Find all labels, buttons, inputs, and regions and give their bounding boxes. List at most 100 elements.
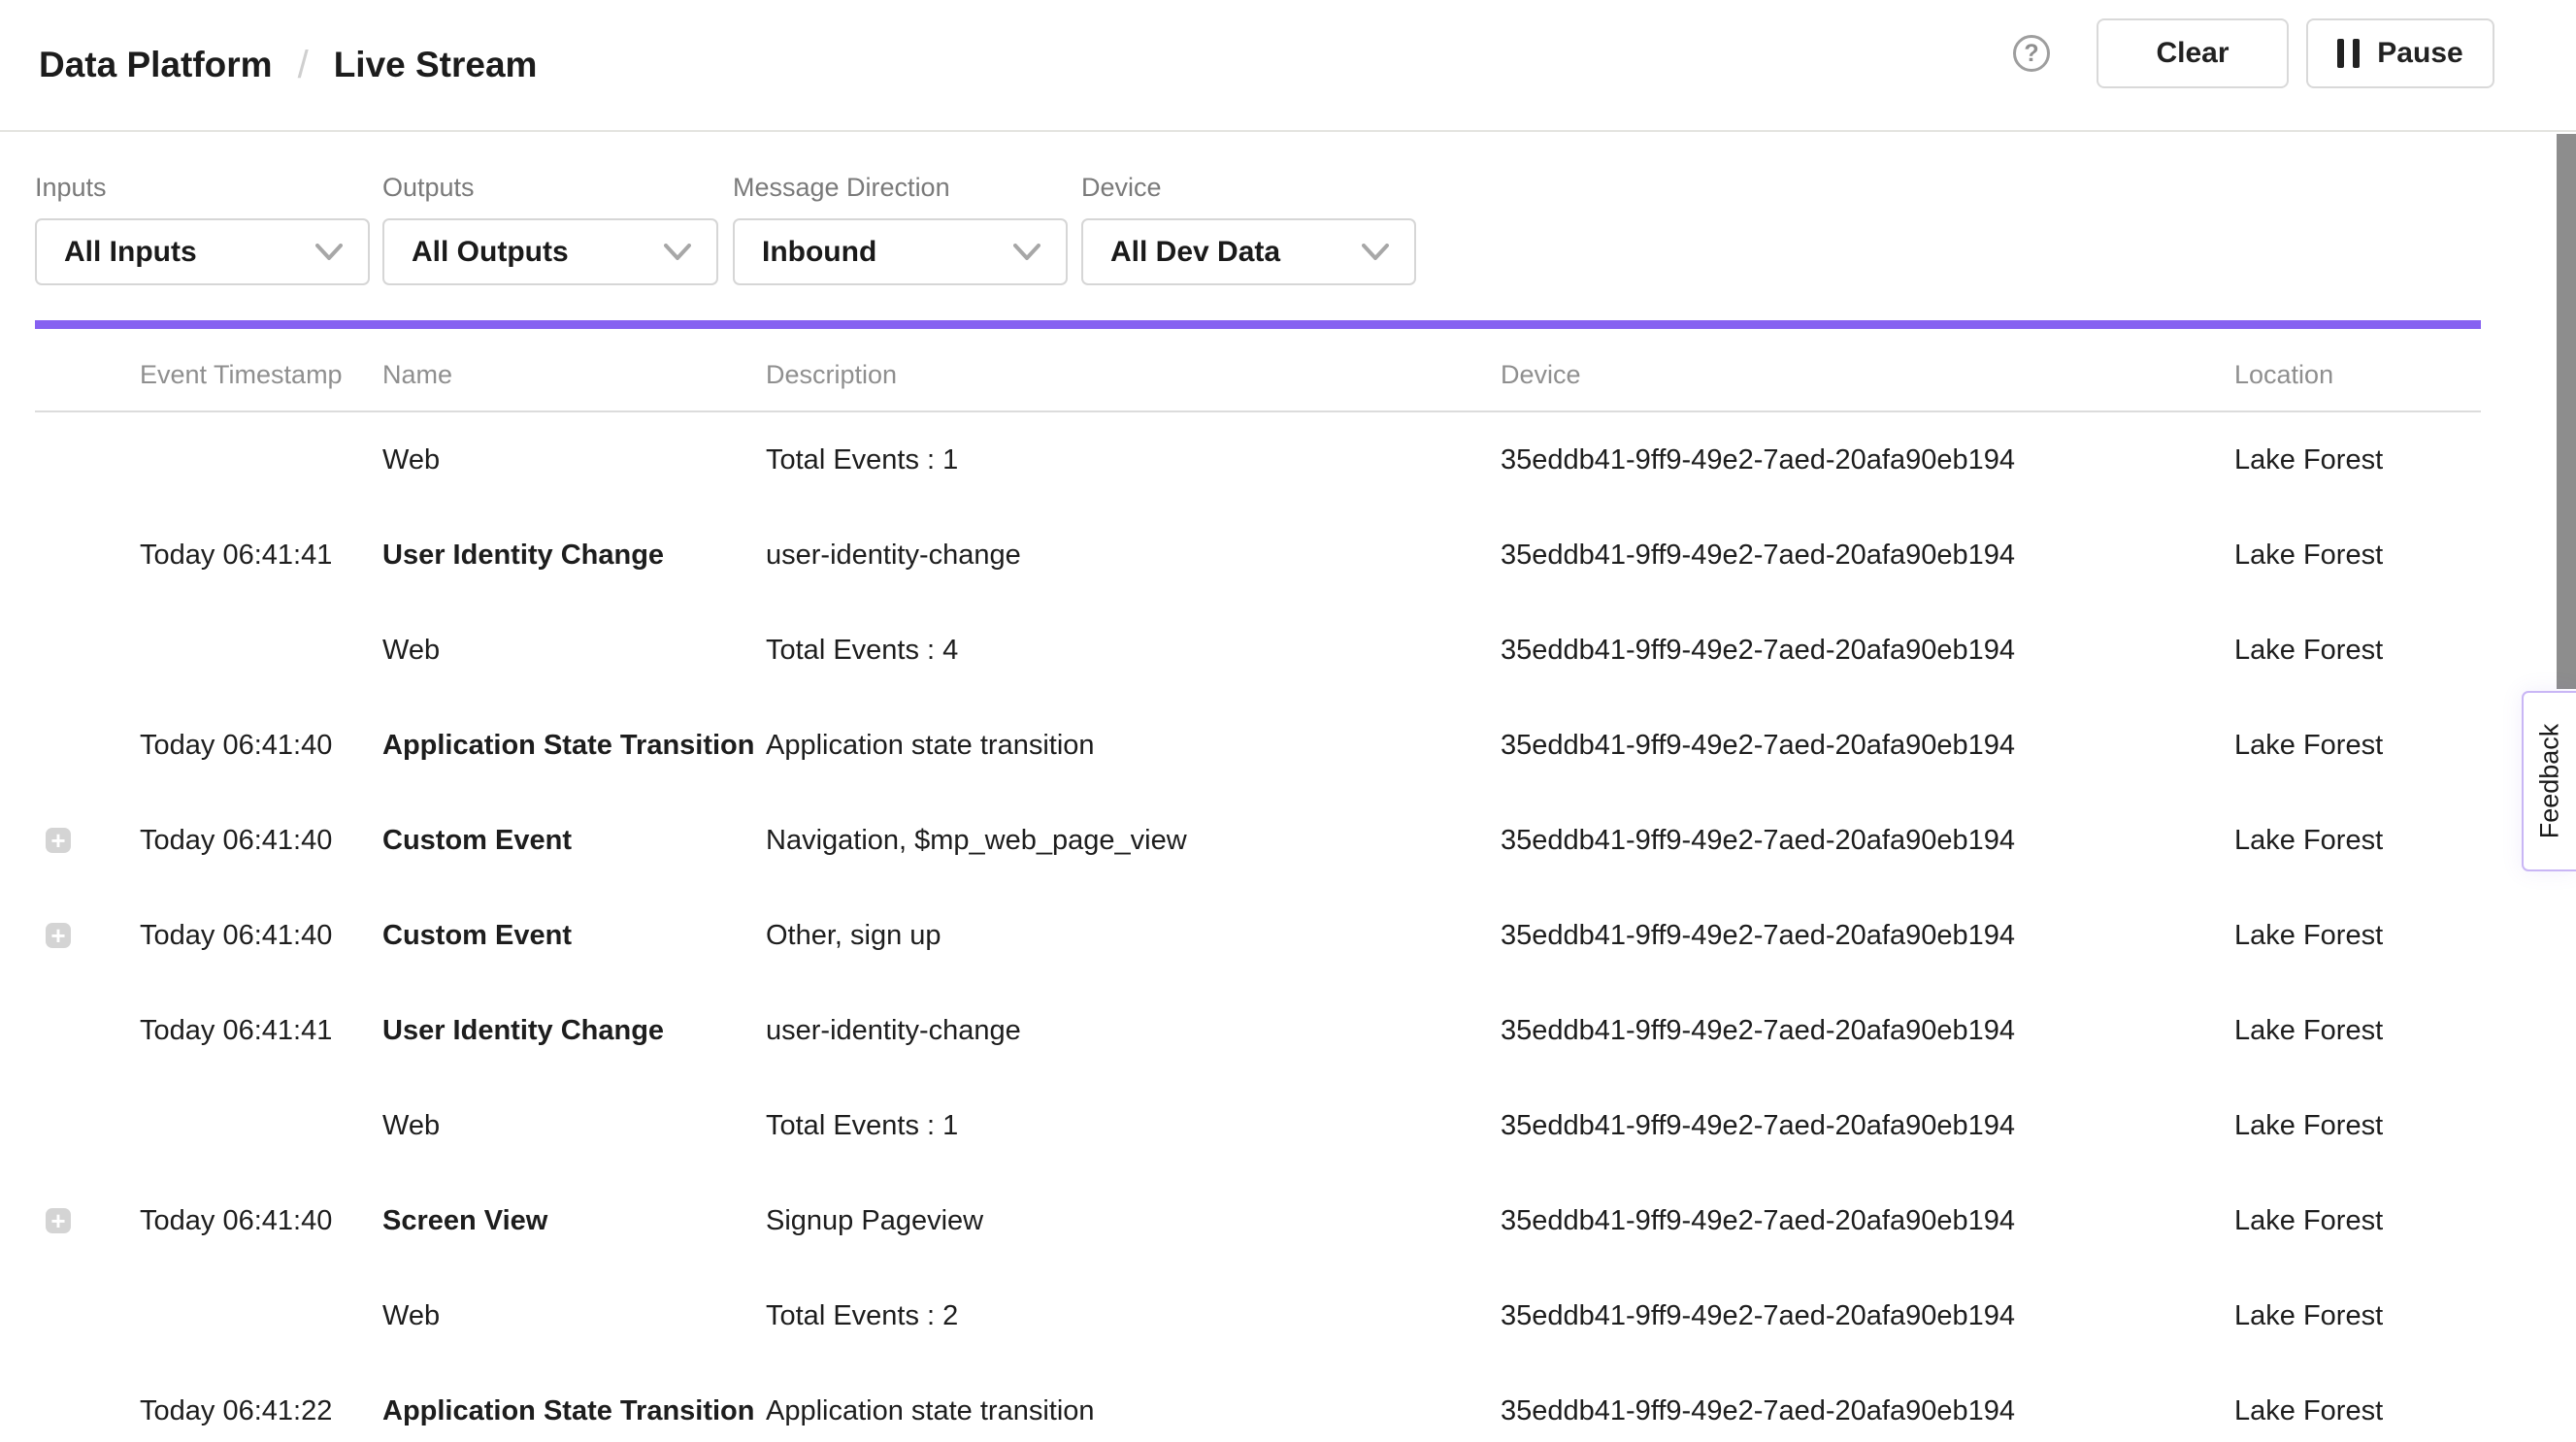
- table-row[interactable]: + Today 06:41:22 Application State Trans…: [35, 1363, 2481, 1442]
- filter-group: Outputs All Outputs: [382, 173, 718, 285]
- column-header-description: Description: [766, 360, 1501, 390]
- filter-dropdown-value: Inbound: [762, 236, 876, 269]
- filter-group: Message Direction Inbound: [733, 173, 1068, 285]
- table-row[interactable]: + Today 06:41:41 User Identity Change us…: [35, 983, 2481, 1078]
- table-row[interactable]: + Web Total Events : 1 35eddb41-9ff9-49e…: [35, 1078, 2481, 1173]
- chevron-down-icon: [1362, 244, 1389, 261]
- cell-device: 35eddb41-9ff9-49e2-7aed-20afa90eb194: [1501, 1395, 2234, 1427]
- filter-dropdown[interactable]: All Outputs: [382, 218, 718, 285]
- events-table: Event Timestamp Name Description Device …: [35, 329, 2481, 1442]
- cell-name: Web: [382, 1300, 766, 1332]
- cell-location: Lake Forest: [2234, 730, 2481, 762]
- cell-name: Web: [382, 1110, 766, 1142]
- cell-device: 35eddb41-9ff9-49e2-7aed-20afa90eb194: [1501, 730, 2234, 762]
- chevron-down-icon: [1013, 244, 1040, 261]
- filter-dropdown-value: All Inputs: [64, 236, 197, 269]
- cell-description: Total Events : 1: [766, 444, 1501, 476]
- cell-name: Application State Transition: [382, 1395, 766, 1427]
- filter-group: Inputs All Inputs: [35, 173, 370, 285]
- cell-name: User Identity Change: [382, 1015, 766, 1047]
- cell-device: 35eddb41-9ff9-49e2-7aed-20afa90eb194: [1501, 825, 2234, 857]
- cell-timestamp: Today 06:41:40: [140, 730, 382, 762]
- cell-description: Total Events : 1: [766, 1110, 1501, 1142]
- pause-button-label: Pause: [2377, 37, 2462, 70]
- expand-plus-icon[interactable]: +: [46, 828, 71, 853]
- clear-button[interactable]: Clear: [2097, 18, 2289, 88]
- expand-plus-icon[interactable]: +: [46, 1208, 71, 1233]
- filter-label: Device: [1081, 173, 1416, 203]
- vertical-scrollbar-thumb[interactable]: [2557, 134, 2576, 689]
- filter-dropdown[interactable]: All Dev Data: [1081, 218, 1416, 285]
- cell-timestamp: Today 06:41:40: [140, 920, 382, 952]
- chevron-down-icon: [315, 244, 343, 261]
- filter-dropdown-value: All Dev Data: [1110, 236, 1280, 269]
- table-row[interactable]: + Web Total Events : 2 35eddb41-9ff9-49e…: [35, 1268, 2481, 1363]
- cell-name: Custom Event: [382, 920, 766, 952]
- cell-timestamp: Today 06:41:40: [140, 825, 382, 857]
- feedback-tab-label: Feedback: [2535, 724, 2565, 839]
- table-row[interactable]: + Today 06:41:40 Application State Trans…: [35, 698, 2481, 793]
- filter-label: Message Direction: [733, 173, 1068, 203]
- cell-description: Application state transition: [766, 1395, 1501, 1427]
- cell-location: Lake Forest: [2234, 1015, 2481, 1047]
- table-body: + Web Total Events : 1 35eddb41-9ff9-49e…: [35, 412, 2481, 1442]
- filter-dropdown[interactable]: Inbound: [733, 218, 1068, 285]
- cell-name: User Identity Change: [382, 540, 766, 572]
- table-header-row: Event Timestamp Name Description Device …: [35, 329, 2481, 412]
- cell-timestamp: Today 06:41:40: [140, 1205, 382, 1237]
- cell-name: Screen View: [382, 1205, 766, 1237]
- pause-button[interactable]: Pause: [2306, 18, 2494, 88]
- cell-location: Lake Forest: [2234, 1395, 2481, 1427]
- cell-location: Lake Forest: [2234, 1205, 2481, 1237]
- cell-device: 35eddb41-9ff9-49e2-7aed-20afa90eb194: [1501, 540, 2234, 572]
- cell-name: Web: [382, 635, 766, 667]
- table-row[interactable]: + Today 06:41:40 Custom Event Other, sig…: [35, 888, 2481, 983]
- cell-device: 35eddb41-9ff9-49e2-7aed-20afa90eb194: [1501, 1015, 2234, 1047]
- page-header: Data Platform / Live Stream ? Clear Paus…: [0, 0, 2576, 132]
- cell-description: Navigation, $mp_web_page_view: [766, 825, 1501, 857]
- accent-divider: [35, 320, 2481, 329]
- cell-name: Custom Event: [382, 825, 766, 857]
- expand-plus-icon[interactable]: +: [46, 923, 71, 948]
- cell-name: Application State Transition: [382, 730, 766, 762]
- column-header-location: Location: [2234, 360, 2481, 390]
- cell-location: Lake Forest: [2234, 920, 2481, 952]
- cell-device: 35eddb41-9ff9-49e2-7aed-20afa90eb194: [1501, 635, 2234, 667]
- cell-device: 35eddb41-9ff9-49e2-7aed-20afa90eb194: [1501, 920, 2234, 952]
- column-header-name: Name: [382, 360, 766, 390]
- cell-location: Lake Forest: [2234, 1300, 2481, 1332]
- cell-location: Lake Forest: [2234, 635, 2481, 667]
- cell-description: Application state transition: [766, 730, 1501, 762]
- cell-name: Web: [382, 444, 766, 476]
- column-header-timestamp: Event Timestamp: [140, 360, 382, 390]
- cell-description: Other, sign up: [766, 920, 1501, 952]
- cell-description: user-identity-change: [766, 540, 1501, 572]
- filter-group: Device All Dev Data: [1081, 173, 1416, 285]
- cell-device: 35eddb41-9ff9-49e2-7aed-20afa90eb194: [1501, 1205, 2234, 1237]
- filter-label: Outputs: [382, 173, 718, 203]
- table-row[interactable]: + Web Total Events : 1 35eddb41-9ff9-49e…: [35, 412, 2481, 508]
- cell-timestamp: Today 06:41:41: [140, 1015, 382, 1047]
- cell-description: user-identity-change: [766, 1015, 1501, 1047]
- cell-location: Lake Forest: [2234, 825, 2481, 857]
- cell-description: Total Events : 4: [766, 635, 1501, 667]
- cell-location: Lake Forest: [2234, 444, 2481, 476]
- cell-description: Signup Pageview: [766, 1205, 1501, 1237]
- filters-bar: Inputs All Inputs Outputs All Outputs Me…: [0, 173, 2576, 289]
- table-row[interactable]: + Web Total Events : 4 35eddb41-9ff9-49e…: [35, 603, 2481, 698]
- cell-device: 35eddb41-9ff9-49e2-7aed-20afa90eb194: [1501, 1110, 2234, 1142]
- cell-description: Total Events : 2: [766, 1300, 1501, 1332]
- table-row[interactable]: + Today 06:41:40 Custom Event Navigation…: [35, 793, 2481, 888]
- feedback-tab[interactable]: Feedback: [2522, 691, 2576, 871]
- column-header-device: Device: [1501, 360, 2234, 390]
- filter-label: Inputs: [35, 173, 370, 203]
- header-actions: ? Clear Pause: [0, 0, 2576, 132]
- cell-device: 35eddb41-9ff9-49e2-7aed-20afa90eb194: [1501, 1300, 2234, 1332]
- filter-dropdown[interactable]: All Inputs: [35, 218, 370, 285]
- help-icon[interactable]: ?: [2013, 35, 2050, 72]
- table-row[interactable]: + Today 06:41:41 User Identity Change us…: [35, 508, 2481, 603]
- cell-location: Lake Forest: [2234, 1110, 2481, 1142]
- table-row[interactable]: + Today 06:41:40 Screen View Signup Page…: [35, 1173, 2481, 1268]
- live-stream-page: Data Platform / Live Stream ? Clear Paus…: [0, 0, 2576, 1442]
- cell-timestamp: Today 06:41:41: [140, 540, 382, 572]
